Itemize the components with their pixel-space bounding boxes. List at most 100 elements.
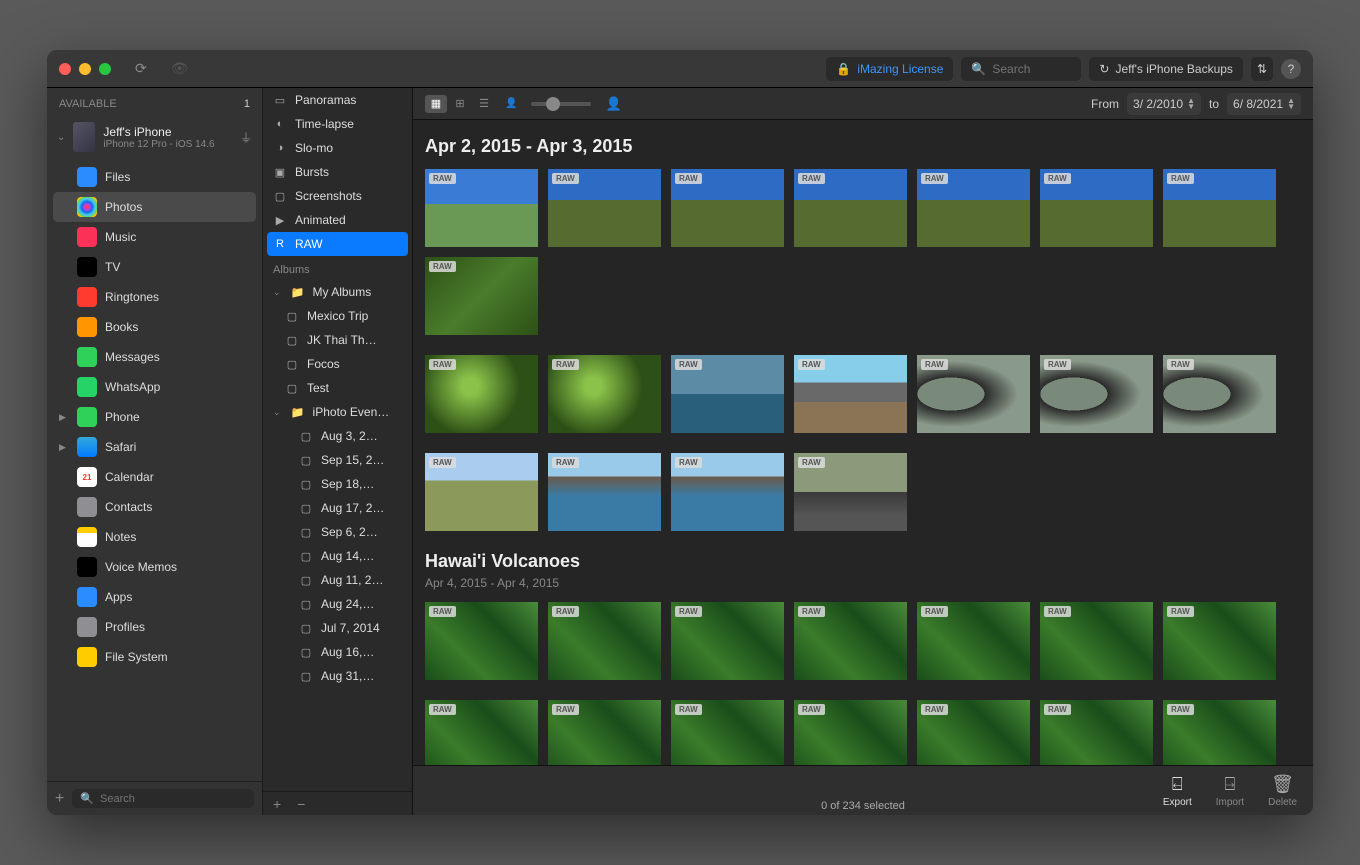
grid-view-button[interactable]: ▦ xyxy=(425,95,447,113)
sidebar-item-books[interactable]: Books xyxy=(53,312,256,342)
sidebar-item-notes[interactable]: Notes xyxy=(53,522,256,552)
license-button[interactable]: 🔒 iMazing License xyxy=(826,57,953,81)
search-input[interactable] xyxy=(992,62,1072,76)
zoom-slider[interactable] xyxy=(531,102,591,106)
collection-view-button[interactable]: ⊞ xyxy=(449,95,471,113)
event-item[interactable]: ▢Aug 11, 2… xyxy=(263,568,412,592)
media-type-raw[interactable]: RRAW xyxy=(267,232,408,256)
album-item[interactable]: ▢Mexico Trip xyxy=(263,304,412,328)
sidebar-item-voice-memos[interactable]: Voice Memos xyxy=(53,552,256,582)
close-button[interactable] xyxy=(59,63,71,75)
event-item[interactable]: ▢Jul 7, 2014 xyxy=(263,616,412,640)
sidebar-item-photos[interactable]: Photos xyxy=(53,192,256,222)
photo-thumb[interactable]: RAW xyxy=(548,355,661,433)
photo-thumb[interactable]: RAW xyxy=(671,355,784,433)
sidebar-item-music[interactable]: Music xyxy=(53,222,256,252)
remove-album-button[interactable]: − xyxy=(297,796,305,812)
media-type-slo-mo[interactable]: ◑Slo-mo xyxy=(263,136,412,160)
from-date-field[interactable]: 3/ 2/2010 ▲▼ xyxy=(1127,93,1201,115)
photo-thumb[interactable]: RAW xyxy=(548,700,661,765)
sidebar-item-messages[interactable]: Messages xyxy=(53,342,256,372)
search-field[interactable]: 🔍 xyxy=(961,57,1081,81)
sidebar-search[interactable]: 🔍 xyxy=(72,789,254,808)
photo-thumb[interactable]: RAW xyxy=(917,602,1030,680)
sync-button[interactable]: ⇅ xyxy=(1251,57,1273,81)
preview-icon[interactable]: 👁 xyxy=(171,60,189,77)
chevron-down-icon[interactable]: ⌄ xyxy=(57,132,65,143)
photo-thumb[interactable]: RAW xyxy=(425,169,538,247)
media-type-bursts[interactable]: ▣Bursts xyxy=(263,160,412,184)
maximize-button[interactable] xyxy=(99,63,111,75)
sidebar-item-safari[interactable]: ▶Safari xyxy=(53,432,256,462)
sidebar-item-calendar[interactable]: 21Calendar xyxy=(53,462,256,492)
sidebar-item-file-system[interactable]: File System xyxy=(53,642,256,672)
photo-thumb[interactable]: RAW xyxy=(671,169,784,247)
photo-thumb[interactable]: RAW xyxy=(1040,169,1153,247)
album-item[interactable]: ▢Test xyxy=(263,376,412,400)
sidebar-item-contacts[interactable]: Contacts xyxy=(53,492,256,522)
event-item[interactable]: ▢Sep 6, 2… xyxy=(263,520,412,544)
media-type-panoramas[interactable]: ▭Panoramas xyxy=(263,88,412,112)
photo-thumb[interactable]: RAW xyxy=(425,453,538,531)
event-item[interactable]: ▢Aug 24,… xyxy=(263,592,412,616)
refresh-icon[interactable]: ⟳ xyxy=(135,60,147,77)
help-button[interactable]: ? xyxy=(1281,59,1301,79)
photo-thumb[interactable]: RAW xyxy=(794,453,907,531)
add-button[interactable]: + xyxy=(55,790,64,808)
photo-thumb[interactable]: RAW xyxy=(917,700,1030,765)
stepper-icon[interactable]: ▲▼ xyxy=(1287,98,1295,110)
photo-thumb[interactable]: RAW xyxy=(671,453,784,531)
media-type-animated[interactable]: ▶Animated xyxy=(263,208,412,232)
photo-thumb[interactable]: RAW xyxy=(1040,700,1153,765)
album-item[interactable]: ▢JK Thai Th… xyxy=(263,328,412,352)
to-date-field[interactable]: 6/ 8/2021 ▲▼ xyxy=(1227,93,1301,115)
photo-thumb[interactable]: RAW xyxy=(425,700,538,765)
photo-thumb[interactable]: RAW xyxy=(794,355,907,433)
backups-button[interactable]: ↻ Jeff's iPhone Backups xyxy=(1089,57,1243,81)
minimize-button[interactable] xyxy=(79,63,91,75)
sidebar-search-input[interactable] xyxy=(100,793,246,805)
sidebar-item-whatsapp[interactable]: WhatsApp xyxy=(53,372,256,402)
sidebar-item-profiles[interactable]: Profiles xyxy=(53,612,256,642)
photo-thumb[interactable]: RAW xyxy=(794,602,907,680)
event-item[interactable]: ▢Aug 16,… xyxy=(263,640,412,664)
photo-thumb[interactable]: RAW xyxy=(1163,602,1276,680)
album-item[interactable]: ▢Focos xyxy=(263,352,412,376)
my-albums-folder[interactable]: ⌄📁My Albums xyxy=(263,280,412,304)
media-type-time-lapse[interactable]: ◐Time-lapse xyxy=(263,112,412,136)
sidebar-item-tv[interactable]: TV xyxy=(53,252,256,282)
photo-thumb[interactable]: RAW xyxy=(425,602,538,680)
photo-thumb[interactable]: RAW xyxy=(794,700,907,765)
sidebar-item-ringtones[interactable]: Ringtones xyxy=(53,282,256,312)
photo-thumb[interactable]: RAW xyxy=(671,602,784,680)
list-view-button[interactable]: ☰ xyxy=(473,95,495,113)
device-row[interactable]: ⌄ Jeff's iPhone iPhone 12 Pro - iOS 14.6… xyxy=(47,116,262,158)
iphoto-events-folder[interactable]: ⌄📁iPhoto Even… xyxy=(263,400,412,424)
photo-thumb[interactable]: RAW xyxy=(794,169,907,247)
event-item[interactable]: ▢Sep 18,… xyxy=(263,472,412,496)
event-item[interactable]: ▢Aug 3, 2… xyxy=(263,424,412,448)
photo-thumb[interactable]: RAW xyxy=(548,453,661,531)
event-item[interactable]: ▢Aug 31,… xyxy=(263,664,412,688)
photo-thumb[interactable]: RAW xyxy=(548,169,661,247)
photo-thumb[interactable]: RAW xyxy=(917,355,1030,433)
photo-thumb[interactable]: RAW xyxy=(1163,169,1276,247)
event-item[interactable]: ▢Aug 14,… xyxy=(263,544,412,568)
sidebar-item-files[interactable]: Files xyxy=(53,162,256,192)
event-item[interactable]: ▢Sep 15, 2… xyxy=(263,448,412,472)
event-item[interactable]: ▢Aug 17, 2… xyxy=(263,496,412,520)
photo-thumb[interactable]: RAW xyxy=(1163,700,1276,765)
photo-thumb[interactable]: RAW xyxy=(548,602,661,680)
photo-thumb[interactable]: RAW xyxy=(1040,355,1153,433)
stepper-icon[interactable]: ▲▼ xyxy=(1187,98,1195,110)
photo-thumb[interactable]: RAW xyxy=(1040,602,1153,680)
media-type-screenshots[interactable]: ▢Screenshots xyxy=(263,184,412,208)
add-album-button[interactable]: + xyxy=(273,796,281,812)
sidebar-item-phone[interactable]: ▶Phone xyxy=(53,402,256,432)
photo-thumb[interactable]: RAW xyxy=(917,169,1030,247)
photo-thumb[interactable]: RAW xyxy=(425,355,538,433)
photo-thumb[interactable]: RAW xyxy=(1163,355,1276,433)
photo-thumb[interactable]: RAW xyxy=(425,257,538,335)
photo-thumb[interactable]: RAW xyxy=(671,700,784,765)
sidebar-item-apps[interactable]: Apps xyxy=(53,582,256,612)
